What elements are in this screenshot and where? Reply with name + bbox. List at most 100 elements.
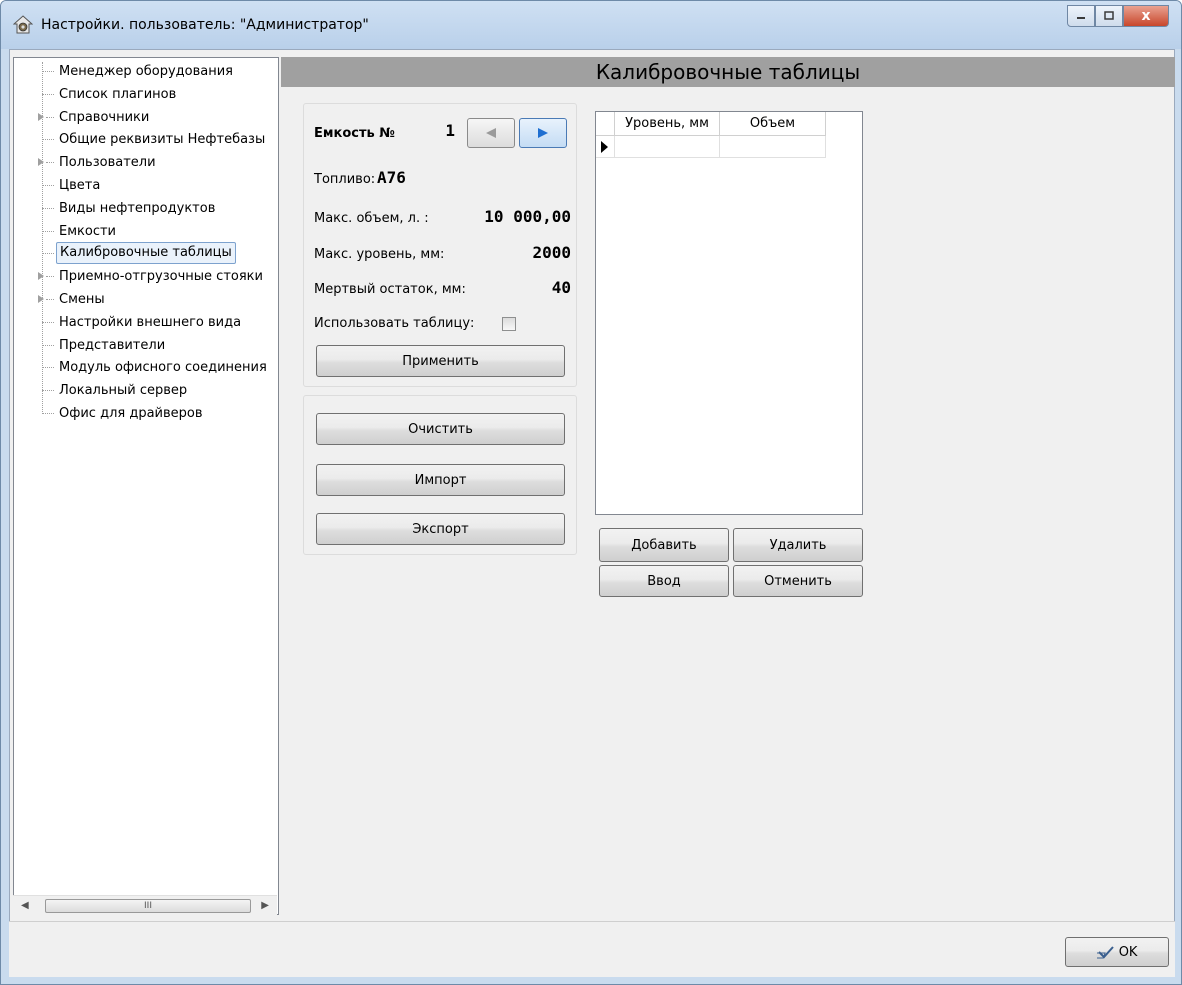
tree-connector-line bbox=[42, 413, 54, 414]
tree-connector-line bbox=[42, 253, 54, 255]
grid-column-header-volume[interactable]: Объем bbox=[720, 112, 826, 136]
tree-item[interactable]: Виды нефтепродуктов bbox=[14, 197, 278, 220]
clear-button[interactable]: Очистить bbox=[316, 413, 565, 445]
close-button[interactable]: x bbox=[1123, 5, 1169, 27]
tree-item-label: Локальный сервер bbox=[59, 383, 188, 399]
max-level-label: Макс. уровень, мм: bbox=[314, 247, 445, 262]
tree-item[interactable]: Емкости bbox=[14, 220, 278, 243]
tree-horizontal-scrollbar[interactable]: ◀ III ▶ bbox=[13, 895, 277, 916]
enter-button[interactable]: Ввод bbox=[599, 565, 729, 597]
tree-connector-line bbox=[46, 276, 54, 278]
window-controls: x bbox=[1067, 5, 1169, 27]
current-row-arrow-icon bbox=[601, 141, 608, 153]
expand-arrow-icon[interactable] bbox=[38, 158, 44, 167]
tree-connector-line bbox=[42, 185, 54, 186]
scroll-right-arrow-icon[interactable]: ▶ bbox=[261, 900, 269, 911]
cancel-edit-button[interactable]: Отменить bbox=[733, 565, 863, 597]
tree-connector-line bbox=[42, 139, 54, 141]
max-volume-label: Макс. объем, л. : bbox=[314, 211, 429, 226]
settings-window: Настройки. пользователь: "Администратор"… bbox=[0, 0, 1182, 985]
tree-item[interactable]: Список плагинов bbox=[14, 83, 278, 106]
title-bar[interactable]: Настройки. пользователь: "Администратор"… bbox=[1, 1, 1181, 49]
tree-item[interactable]: Справочники bbox=[14, 106, 278, 129]
tree-item-label: Приемно-отгрузочные стояки bbox=[59, 269, 263, 285]
tree-item-label: Настройки внешнего вида bbox=[59, 314, 242, 330]
dialog-footer bbox=[9, 921, 1175, 977]
max-volume-value: 10 000,00 bbox=[484, 207, 571, 226]
app-house-icon bbox=[13, 15, 33, 34]
tree-item-label: Представители bbox=[59, 337, 166, 353]
minimize-button[interactable] bbox=[1067, 5, 1095, 27]
expand-arrow-icon[interactable] bbox=[38, 272, 44, 281]
grid-column-header-level[interactable]: Уровень, мм bbox=[615, 112, 720, 136]
maximize-icon bbox=[1104, 11, 1114, 20]
maximize-button[interactable] bbox=[1095, 5, 1123, 27]
tree-connector-line bbox=[46, 162, 54, 164]
tree-item[interactable]: Офис для драйверов bbox=[14, 402, 278, 425]
export-button[interactable]: Экспорт bbox=[316, 513, 565, 545]
use-table-checkbox[interactable] bbox=[502, 317, 516, 331]
grid-cell-volume[interactable] bbox=[720, 136, 826, 158]
tree-connector-line bbox=[46, 299, 54, 300]
tree-item-label: Смены bbox=[59, 292, 105, 307]
window-title: Настройки. пользователь: "Администратор" bbox=[41, 17, 369, 33]
tree-item-label: Общие реквизиты Нефтебазы bbox=[59, 132, 266, 148]
tree-item[interactable]: Настройки внешнего вида bbox=[14, 311, 278, 334]
tree-connector-line bbox=[42, 321, 54, 323]
ok-check-icon bbox=[1092, 946, 1114, 959]
tree-connector-line bbox=[42, 207, 54, 209]
tree-item[interactable]: Представители bbox=[14, 334, 278, 357]
tree-connector-line bbox=[42, 367, 54, 369]
grid-cell-level[interactable] bbox=[615, 136, 720, 158]
fuel-label: Топливо: bbox=[314, 172, 376, 187]
use-table-label: Использовать таблицу: bbox=[314, 316, 475, 331]
tree-connector-line bbox=[42, 390, 54, 392]
expand-arrow-icon[interactable] bbox=[38, 112, 44, 121]
ok-label: OK bbox=[1118, 944, 1138, 960]
minimize-icon bbox=[1077, 17, 1085, 19]
tree-item[interactable]: Менеджер оборудования bbox=[14, 60, 278, 83]
dead-rest-value: 40 bbox=[551, 278, 571, 297]
max-level-value: 2000 bbox=[532, 243, 571, 262]
previous-tank-button[interactable] bbox=[467, 118, 515, 148]
arrow-left-icon bbox=[486, 128, 496, 138]
tree-item[interactable]: Модуль офисного соединения bbox=[14, 356, 278, 379]
tree-connector-line bbox=[42, 93, 54, 95]
tree-connector-line bbox=[42, 71, 54, 72]
import-button[interactable]: Импорт bbox=[316, 464, 565, 496]
tree-item-label: Список плагинов bbox=[59, 86, 177, 102]
scroll-left-arrow-icon[interactable]: ◀ bbox=[21, 900, 29, 911]
tree-item[interactable]: Пользователи bbox=[14, 151, 278, 174]
tank-number-value: 1 bbox=[445, 121, 455, 140]
tree-item[interactable]: Приемно-отгрузочные стояки bbox=[14, 265, 278, 288]
tree-connector-line bbox=[46, 116, 54, 118]
tree-item-label: Менеджер оборудования bbox=[59, 64, 234, 79]
tree-connector-line bbox=[42, 344, 54, 346]
tree-connector-line bbox=[42, 230, 54, 232]
delete-row-button[interactable]: Удалить bbox=[733, 528, 863, 562]
tree-item-label: Емкости bbox=[59, 223, 116, 239]
tree-item-label: Калибровочные таблицы bbox=[56, 242, 236, 265]
ok-button[interactable]: OK bbox=[1065, 937, 1169, 967]
apply-button[interactable]: Применить bbox=[316, 345, 565, 377]
settings-tree[interactable]: Менеджер оборудования Список плагинов Спра… bbox=[13, 57, 279, 915]
add-row-button[interactable]: Добавить bbox=[599, 528, 729, 562]
tree-item[interactable]: Калибровочные таблицы bbox=[14, 242, 278, 265]
tree-item[interactable]: Локальный сервер bbox=[14, 379, 278, 402]
tree-item-label: Виды нефтепродуктов bbox=[59, 200, 216, 216]
grid-row-indicator[interactable] bbox=[596, 136, 615, 158]
scroll-thumb[interactable]: III bbox=[45, 899, 251, 913]
scroll-grip-icon: III bbox=[144, 901, 152, 911]
calibration-grid[interactable]: Уровень, мм Объем bbox=[595, 111, 863, 515]
tree-item[interactable]: Общие реквизиты Нефтебазы bbox=[14, 128, 278, 151]
tank-number-label: Емкость № bbox=[314, 126, 395, 141]
next-tank-button[interactable] bbox=[519, 118, 567, 148]
panel-header: Калибровочные таблицы bbox=[281, 57, 1175, 87]
panel-title: Калибровочные таблицы bbox=[595, 60, 861, 84]
tree-item-label: Справочники bbox=[59, 109, 150, 125]
dead-rest-label: Мертвый остаток, мм: bbox=[314, 282, 466, 297]
tree-item[interactable]: Смены bbox=[14, 288, 278, 311]
expand-arrow-icon[interactable] bbox=[38, 295, 44, 303]
tree-item[interactable]: Цвета bbox=[14, 174, 278, 197]
close-icon: x bbox=[1141, 8, 1151, 24]
